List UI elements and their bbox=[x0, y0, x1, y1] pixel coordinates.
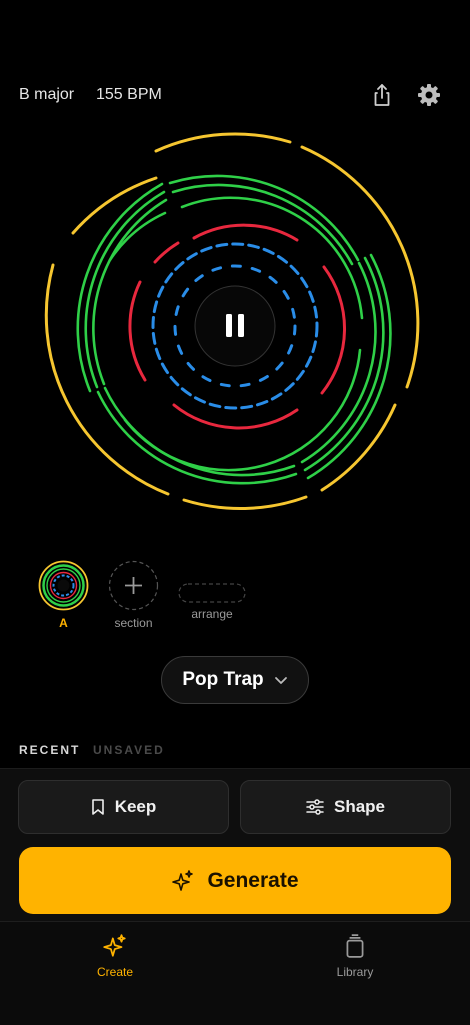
bpm-label[interactable]: 155 BPM bbox=[96, 86, 162, 104]
bookmark-icon bbox=[91, 799, 104, 815]
key-label[interactable]: B major bbox=[19, 86, 74, 104]
tab-recent[interactable]: RECENT bbox=[19, 743, 80, 757]
nav-library-label: Library bbox=[336, 965, 374, 979]
sparkles-icon bbox=[103, 934, 126, 957]
nav-create[interactable]: Create bbox=[55, 933, 175, 979]
add-section-button[interactable] bbox=[108, 560, 159, 616]
share-icon[interactable] bbox=[369, 82, 395, 108]
add-section-label: section bbox=[114, 616, 153, 630]
nav-create-label: Create bbox=[96, 965, 134, 979]
sparkles-icon bbox=[172, 869, 194, 891]
genre-selector[interactable]: Pop Trap bbox=[161, 656, 309, 704]
generate-label: Generate bbox=[207, 868, 299, 892]
genre-label: Pop Trap bbox=[182, 669, 264, 690]
section-a-thumbnail[interactable] bbox=[38, 560, 89, 616]
shape-label: Shape bbox=[333, 797, 386, 816]
nav-library[interactable]: Library bbox=[295, 933, 415, 979]
plus-icon bbox=[125, 577, 142, 594]
keep-button[interactable]: Keep bbox=[18, 780, 229, 834]
library-icon bbox=[346, 934, 364, 958]
chevron-down-icon bbox=[274, 677, 287, 684]
arrange-slot[interactable] bbox=[178, 583, 246, 608]
tab-unsaved[interactable]: UNSAVED bbox=[93, 743, 165, 757]
section-a-label: A bbox=[59, 616, 68, 630]
generate-button[interactable]: Generate bbox=[19, 847, 451, 914]
sliders-icon bbox=[306, 799, 324, 815]
arrange-label: arrange bbox=[191, 607, 233, 621]
gear-icon[interactable] bbox=[416, 82, 442, 108]
keep-label: Keep bbox=[114, 797, 157, 816]
track-visualizer[interactable] bbox=[0, 120, 470, 530]
playback-button[interactable] bbox=[194, 285, 276, 367]
shape-button[interactable]: Shape bbox=[240, 780, 451, 834]
